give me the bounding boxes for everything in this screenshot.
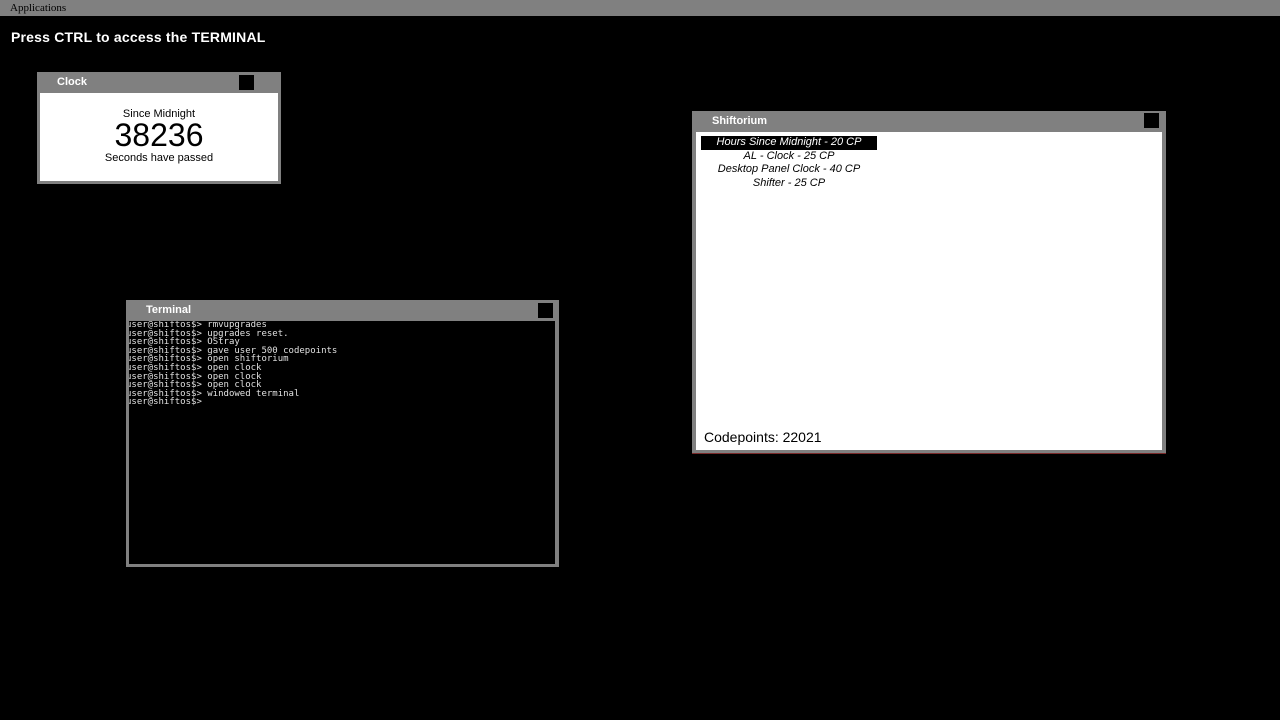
clock-titlebar[interactable]: Clock: [37, 72, 281, 92]
upgrade-list-item[interactable]: Desktop Panel Clock - 40 CP: [701, 163, 877, 177]
codepoints-balance: Codepoints: 22021: [704, 429, 822, 445]
terminal-close-button[interactable]: [538, 303, 553, 318]
terminal-output[interactable]: user@shiftos$> rmvupgrades user@shiftos$…: [129, 321, 555, 564]
upgrade-list: Hours Since Midnight - 20 CP AL - Clock …: [701, 136, 877, 190]
terminal-prompt[interactable]: user@shiftos$>: [129, 398, 555, 407]
upgrade-list-item[interactable]: Shifter - 25 CP: [701, 177, 877, 191]
clock-content: Since Midnight 38236 Seconds have passed: [40, 93, 278, 181]
upgrade-list-item[interactable]: AL - Clock - 25 CP: [701, 150, 877, 164]
seconds-passed-label: Seconds have passed: [104, 152, 214, 164]
clock-window: Clock Since Midnight 38236 Seconds have …: [37, 72, 281, 184]
terminal-window: Terminal user@shiftos$> rmvupgrades user…: [126, 300, 559, 567]
clock-close-button[interactable]: [239, 75, 254, 90]
top-menu-bar: Applications: [0, 0, 1280, 16]
shiftorium-window: Shiftorium Hours Since Midnight - 20 CP …: [692, 111, 1166, 454]
shiftorium-close-button[interactable]: [1144, 113, 1159, 128]
terminal-hint-text: Press CTRL to access the TERMINAL: [11, 29, 266, 45]
terminal-titlebar[interactable]: Terminal: [126, 300, 559, 320]
shiftorium-content: Hours Since Midnight - 20 CP AL - Clock …: [696, 132, 1162, 450]
shiftorium-titlebar[interactable]: Shiftorium: [692, 111, 1166, 131]
seconds-counter: 38236: [114, 117, 204, 153]
shiftorium-window-title: Shiftorium: [712, 115, 767, 127]
upgrade-list-item[interactable]: Hours Since Midnight - 20 CP: [701, 136, 877, 150]
terminal-window-title: Terminal: [146, 304, 192, 316]
desktop: Applications Press CTRL to access the TE…: [0, 0, 1280, 720]
applications-menu[interactable]: Applications: [10, 1, 66, 15]
clock-window-title: Clock: [57, 76, 87, 88]
